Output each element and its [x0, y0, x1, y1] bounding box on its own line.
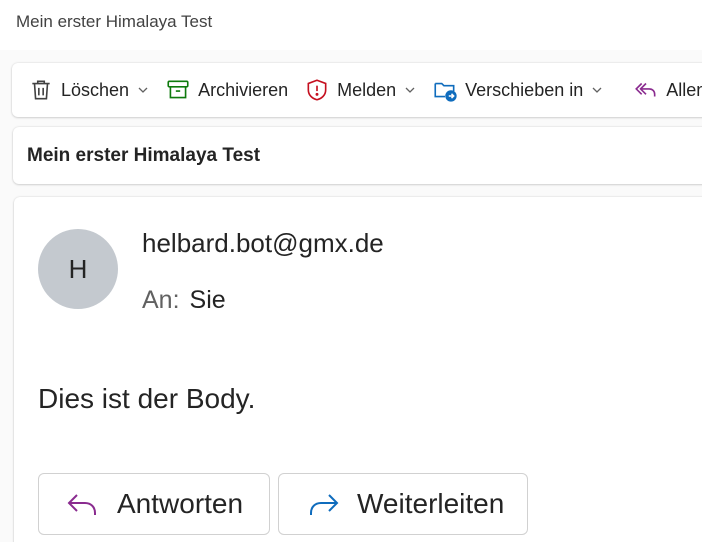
mail-reading-window: Mein erster Himalaya Test Löschen Archiv… [0, 0, 702, 542]
chevron-down-icon[interactable] [404, 84, 416, 96]
reply-button[interactable]: Antworten [38, 473, 270, 535]
archive-box-icon [167, 80, 189, 99]
reply-arrow-icon [67, 494, 96, 515]
shield-alert-icon [307, 79, 327, 101]
sender-address[interactable]: helbard.bot@gmx.de [142, 228, 384, 259]
forward-arrow-icon [310, 494, 339, 515]
forward-button[interactable]: Weiterleiten [278, 473, 528, 535]
delete-button[interactable]: Löschen [22, 70, 155, 110]
trash-icon [32, 80, 50, 100]
subject-header: Mein erster Himalaya Test [13, 127, 702, 184]
message-subject: Mein erster Himalaya Test [27, 145, 261, 166]
forward-label: Weiterleiten [357, 488, 505, 519]
reply-all-icon [635, 82, 656, 97]
message-body: Dies ist der Body. [38, 383, 256, 414]
reply-all-label: Allen antworten [666, 79, 702, 100]
move-to-button[interactable]: Verschieben in [426, 70, 609, 110]
avatar-initial: H [68, 253, 88, 284]
recipient-name[interactable]: Sie [190, 286, 226, 314]
recipient-row: An: Sie [142, 286, 226, 315]
title-bar: Mein erster Himalaya Test [0, 0, 702, 50]
reply-label: Antworten [117, 488, 244, 519]
report-button[interactable]: Melden [298, 70, 422, 110]
message-toolbar: Löschen Archivieren Melden Verschieben i… [12, 63, 702, 117]
reply-all-button[interactable]: Allen antworten [627, 70, 702, 110]
folder-move-icon [434, 82, 457, 102]
chevron-down-icon[interactable] [591, 84, 603, 96]
report-label: Melden [337, 79, 397, 100]
move-to-label: Verschieben in [465, 79, 584, 100]
delete-label: Löschen [61, 79, 130, 100]
archive-button[interactable]: Archivieren [159, 70, 294, 110]
window-title: Mein erster Himalaya Test [16, 12, 213, 31]
chevron-down-icon[interactable] [137, 84, 149, 96]
avatar[interactable]: H [38, 229, 118, 309]
message-card: H helbard.bot@gmx.de An: Sie Dies ist der… [14, 197, 702, 542]
archive-label: Archivieren [198, 79, 289, 100]
to-label: An: [142, 286, 180, 314]
